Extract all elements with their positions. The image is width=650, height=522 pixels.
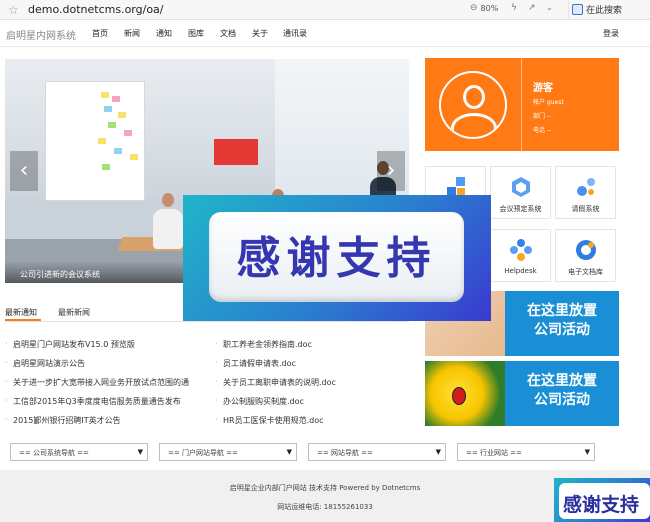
tile-helpdesk[interactable]: Helpdesk xyxy=(490,229,551,282)
list-item[interactable]: 工信部2015年Q3季度度电信服务质量通告发布 xyxy=(13,396,201,407)
zoom-control[interactable]: ⊖ 80% xyxy=(470,3,498,13)
bookmark-star-icon[interactable]: ☆ xyxy=(8,3,22,17)
address-bar[interactable]: demo.dotnetcms.org/oa/ xyxy=(28,3,308,16)
zoom-level: 80% xyxy=(480,3,499,13)
user-department: 部门 -- xyxy=(533,113,552,120)
zoom-icon: ⊖ xyxy=(470,3,478,13)
list-item[interactable]: 2015鄞州银行招聘IT英才公告 xyxy=(13,415,201,426)
list-item[interactable]: 职工养老金领养指南.doc xyxy=(223,339,413,350)
thanks-badge[interactable]: 感谢支持 xyxy=(554,478,650,522)
thanks-text: 感谢支持 xyxy=(236,233,437,284)
list-item[interactable]: 启明星门户网站发布V15.0 预览版 xyxy=(13,339,201,350)
browser-search-box[interactable]: 在此搜索 xyxy=(568,1,650,18)
avatar[interactable] xyxy=(439,71,507,139)
list-item[interactable]: 办公制服购买制度.doc xyxy=(223,396,413,407)
tile-doc-library[interactable]: 电子文档库 xyxy=(555,229,616,282)
helpdesk-icon xyxy=(510,239,532,261)
list-item[interactable]: 关于员工离职申请表的说明.doc xyxy=(223,377,413,388)
list-item[interactable]: 员工请假申请表.doc xyxy=(223,358,413,369)
bolt-icon[interactable]: ϟ xyxy=(511,3,517,13)
nav-item-contacts[interactable]: 通讯录 xyxy=(283,28,307,39)
thanks-badge-text: 感谢支持 xyxy=(563,494,640,516)
chevron-down-icon: ▼ xyxy=(435,448,441,456)
nav-item-home[interactable]: 首页 xyxy=(92,28,108,39)
user-account: 帐户 guest xyxy=(533,99,564,106)
company-systems-select[interactable]: == 公司系统导航 == ▼ xyxy=(10,443,148,461)
tab-latest-notice[interactable]: 最新通知 xyxy=(5,307,37,318)
site-brand[interactable]: 启明星内网系统 xyxy=(6,27,76,42)
activity-banner-2[interactable]: 在这里放置 公司活动 xyxy=(425,361,619,426)
user-name: 游客 xyxy=(533,83,553,94)
doc-library-icon xyxy=(576,240,596,260)
banner-photo xyxy=(425,361,505,426)
footer-phone: 网站运维电话: 18155261033 xyxy=(277,503,373,511)
leave-icon xyxy=(577,178,595,196)
ladybug-icon xyxy=(452,387,466,405)
chevron-down-icon[interactable]: ⌄ xyxy=(546,3,553,12)
nav-item-notice[interactable]: 通知 xyxy=(156,28,172,39)
search-placeholder: 在此搜索 xyxy=(586,6,623,16)
list-item[interactable]: 关于进一步扩大宽带接入网业务开放试点范围的通 xyxy=(13,377,201,388)
login-link[interactable]: 登录 xyxy=(603,28,619,39)
site-nav-select[interactable]: == 网站导航 == ▼ xyxy=(308,443,446,461)
user-profile-card: 游客 帐户 guest 部门 -- 电话 -- xyxy=(425,58,619,151)
chevron-down-icon: ▼ xyxy=(584,448,590,456)
browser-toolbar: ☆ demo.dotnetcms.org/oa/ ⊖ 80% ϟ ↗ ⌄ 在此搜… xyxy=(0,0,650,20)
nav-item-news[interactable]: 新闻 xyxy=(124,28,140,39)
carousel-prev-button[interactable]: ‹ xyxy=(10,151,38,191)
footer-powered-by: 启明星企业内部门户网站 技术支持 Powered by Dotnetcms xyxy=(229,484,421,492)
thanks-overlay[interactable]: 感谢支持 xyxy=(183,195,491,321)
meeting-icon xyxy=(512,177,530,197)
tab-latest-news[interactable]: 最新新闻 xyxy=(58,307,90,318)
nav-item-documents[interactable]: 文档 xyxy=(220,28,236,39)
chevron-down-icon: ▼ xyxy=(286,448,292,456)
share-icon[interactable]: ↗ xyxy=(528,3,536,13)
nav-item-about[interactable]: 关于 xyxy=(252,28,268,39)
tile-leave-system[interactable]: 请假系统 xyxy=(555,166,616,219)
page-footer: 启明星企业内部门户网站 技术支持 Powered by Dotnetcms 网站… xyxy=(0,470,650,522)
search-engine-icon[interactable] xyxy=(572,4,583,15)
user-phone: 电话 -- xyxy=(533,127,552,134)
tile-meeting-booking[interactable]: 会议预定系统 xyxy=(490,166,551,219)
nav-item-gallery[interactable]: 图库 xyxy=(188,28,204,39)
industry-sites-select[interactable]: == 行业网站 == ▼ xyxy=(457,443,595,461)
list-item[interactable]: 启明星网站演示公告 xyxy=(13,358,201,369)
portal-nav-select[interactable]: == 门户网站导航 == ▼ xyxy=(159,443,297,461)
site-navigation: 启明星内网系统 首页 新闻 通知 图库 文档 关于 通讯录 登录 xyxy=(0,21,650,47)
list-item[interactable]: HR员工医保卡使用规范.doc xyxy=(223,415,413,426)
carousel-next-button[interactable]: › xyxy=(377,151,405,191)
user-icon xyxy=(463,85,485,109)
chevron-down-icon: ▼ xyxy=(137,448,143,456)
